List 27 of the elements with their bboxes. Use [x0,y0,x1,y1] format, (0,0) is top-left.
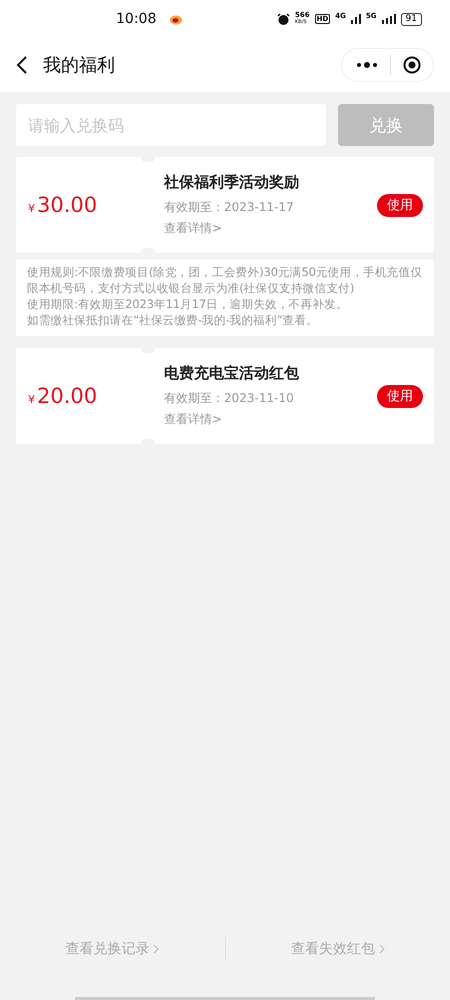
rule-text: 如需缴社保抵扣请在“社保云缴费-我的-我的福利”查看。 [27,312,319,328]
battery-level: 91 [400,12,422,26]
signal-icon [350,14,361,24]
close-icon[interactable] [403,56,421,74]
signal-icon [382,14,396,24]
alarm-icon [277,12,290,26]
chevron-icon [153,944,160,954]
use-button[interactable]: 使用 [377,384,423,408]
rule-text: 使用期限:有效期至2023年11月17日，逾期失效，不再补发。 [27,296,349,312]
page-title: 我的福利 [43,54,115,77]
more-icon[interactable] [356,62,378,68]
coupon-amount: ¥30.00 [28,193,98,217]
use-button[interactable]: 使用 [377,194,423,216]
coupon-amount: ¥20.00 [28,384,98,408]
expired-coupons-link[interactable]: 查看失效红包 [226,940,450,958]
expiry-date: 有效期至：2023-11-10 [164,390,295,407]
coupon-title: 社保福利季活动奖励 [164,173,300,192]
clock-time: 10:08 [116,11,156,27]
expiry-date: 有效期至：2023-11-17 [164,199,295,216]
history-link[interactable]: 查看兑换记录 [0,940,224,958]
app-notification-icon [169,13,184,25]
details-link[interactable]: 查看详情> [164,411,222,428]
back-icon[interactable] [16,55,28,75]
chevron-icon [378,944,385,954]
coupon-title: 电费充电宝活动红包 [164,364,300,383]
details-link[interactable]: 查看详情> [164,220,222,237]
rule-text: 使用规则:不限缴费项目(除党，团，工会费外)30元满50元使用，手机充值仅限本机号码，支付方式以收银台显示为准(社保仅支持微信支付) [27,264,424,296]
